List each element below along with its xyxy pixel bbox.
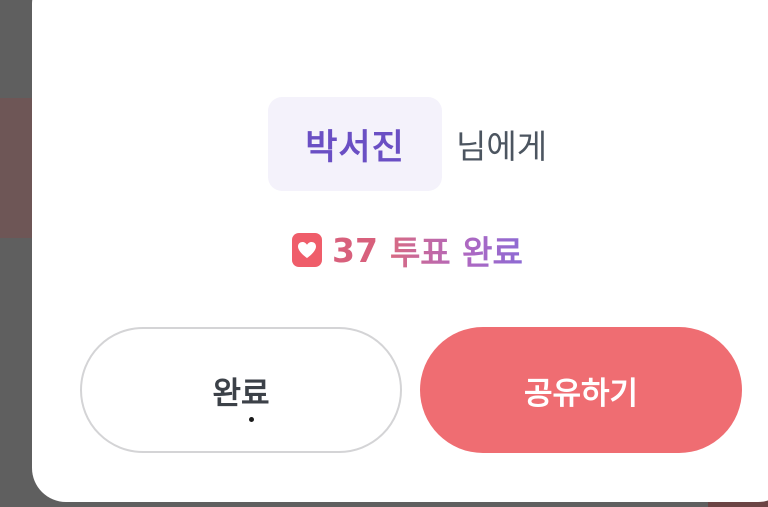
vote-status: 37 투표 완료 — [292, 228, 523, 272]
share-button-label: 공유하기 — [523, 375, 639, 412]
done-button[interactable]: 완료 — [80, 327, 402, 453]
heart-icon — [292, 233, 322, 267]
done-button-label: 완료 — [212, 375, 270, 412]
share-button[interactable]: 공유하기 — [420, 327, 742, 453]
recipient-name-chip: 박서진 — [268, 97, 442, 191]
vote-complete-label: 투표 완료 — [390, 226, 523, 274]
recipient-name: 박서진 — [305, 127, 405, 168]
recipient-suffix: 님에게 — [456, 127, 548, 166]
recipient-row: 박서진 님에게 — [268, 97, 547, 191]
cursor-dot — [249, 417, 254, 422]
vote-count: 37 — [332, 230, 378, 270]
